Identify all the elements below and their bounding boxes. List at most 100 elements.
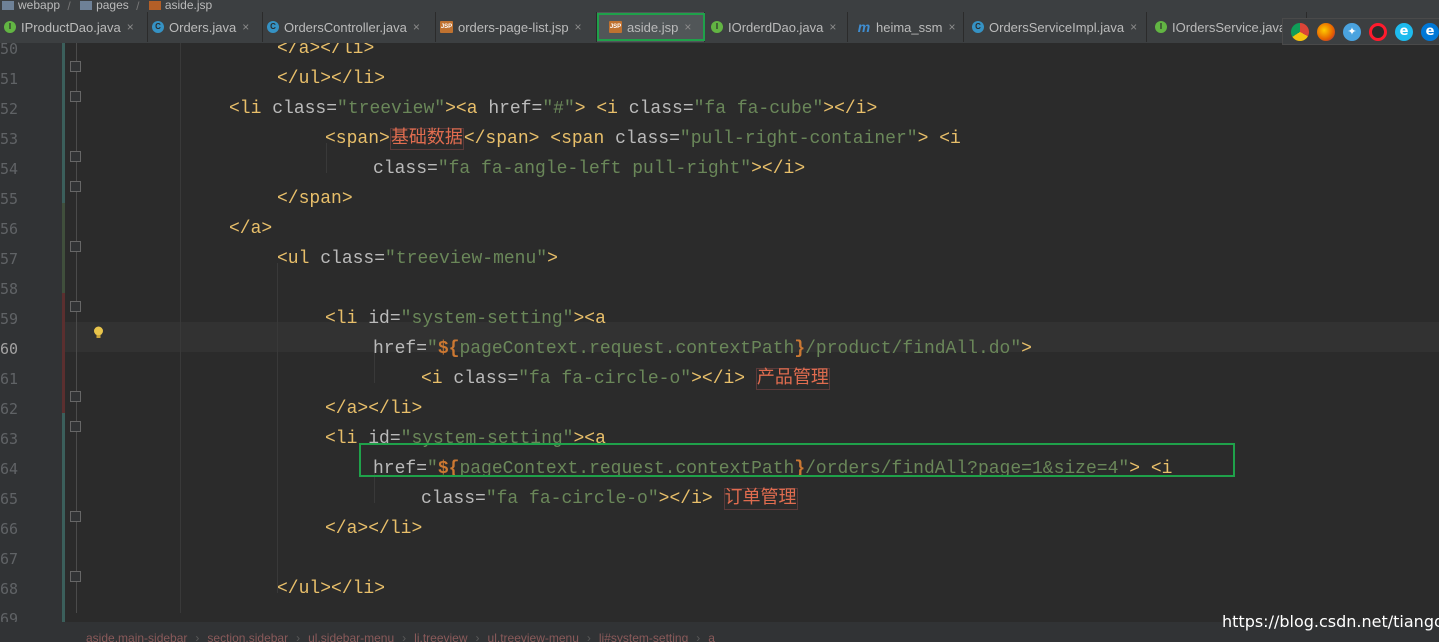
tab-label: IOrderdDao.java xyxy=(728,19,824,35)
interface-icon: I xyxy=(4,21,16,33)
close-icon[interactable]: × xyxy=(1130,20,1137,34)
breadcrumb-item-aside[interactable]: aside.jsp xyxy=(147,0,212,11)
line-number: 59 xyxy=(0,310,19,328)
structure-breadcrumb: aside.main-sidebar › section.sidebar › ul.si… xyxy=(86,631,723,642)
line-number: 52 xyxy=(0,100,19,118)
structure-crumb[interactable]: aside.main-sidebar xyxy=(86,631,187,642)
fold-marker[interactable] xyxy=(70,91,81,102)
code-line[interactable]: href="${pageContext.request.contextPath}… xyxy=(373,334,1032,364)
folder-icon xyxy=(2,0,14,10)
line-number: 56 xyxy=(0,220,19,238)
tab-iorderddao[interactable]: I IOrderdDao.java × xyxy=(705,12,848,42)
structure-crumb[interactable]: ul.treeview-menu xyxy=(488,631,579,642)
tab-heima-ssm[interactable]: m heima_ssm × xyxy=(848,12,964,42)
code-line[interactable]: </a></li> xyxy=(325,394,422,424)
ie-icon[interactable]: e xyxy=(1395,22,1413,41)
breadcrumb-separator: › xyxy=(296,631,301,642)
folder-icon xyxy=(80,0,93,10)
fold-marker[interactable] xyxy=(70,391,81,402)
code-line[interactable]: class="fa fa-circle-o"></i> 订单管理 xyxy=(421,484,798,514)
code-editor[interactable]: 50 51 52 53 54 55 56 57 58 59 60 61 62 63 64 65 66 67 68 69… xyxy=(0,43,1439,622)
fold-marker[interactable] xyxy=(70,571,81,582)
line-number: 50 xyxy=(0,43,19,58)
vcs-change-marker xyxy=(62,413,65,622)
fold-marker[interactable] xyxy=(70,301,81,312)
opera-icon[interactable] xyxy=(1369,22,1387,41)
breadcrumb-separator: › xyxy=(475,631,480,642)
breadcrumb-separator: / xyxy=(67,0,71,12)
breadcrumb-item-webapp[interactable]: webapp xyxy=(0,0,61,12)
tab-orders[interactable]: C Orders.java × xyxy=(148,12,263,42)
breadcrumb-separator: › xyxy=(195,631,200,642)
jsp-file-icon xyxy=(148,0,161,10)
tab-orderscontroller[interactable]: C OrdersController.java × xyxy=(263,12,436,42)
fold-marker[interactable] xyxy=(70,421,81,432)
interface-icon: I xyxy=(1155,21,1167,33)
tab-ordersserviceimpl[interactable]: C OrdersServiceImpl.java × xyxy=(964,12,1147,42)
fold-marker[interactable] xyxy=(70,181,81,192)
chrome-icon[interactable] xyxy=(1291,22,1309,41)
line-number: 60 xyxy=(0,340,19,358)
line-number: 63 xyxy=(0,430,19,448)
code-line[interactable]: </ul></li> xyxy=(277,64,385,94)
close-icon[interactable]: × xyxy=(575,20,582,34)
fold-guide xyxy=(76,43,77,613)
fold-marker[interactable] xyxy=(70,511,81,522)
code-line[interactable]: class="fa fa-angle-left pull-right"></i> xyxy=(373,154,805,184)
code-line[interactable]: </a> xyxy=(229,214,272,244)
jsp-icon: JSP xyxy=(440,21,453,33)
line-number: 51 xyxy=(0,70,19,88)
line-number: 61 xyxy=(0,370,19,388)
interface-icon: I xyxy=(711,21,723,33)
structure-crumb[interactable]: ul.sidebar-menu xyxy=(308,631,394,642)
class-icon: C xyxy=(267,21,279,33)
code-line[interactable]: </a></li> xyxy=(325,514,422,544)
tab-label: Orders.java xyxy=(169,19,237,35)
code-line[interactable]: <span>基础数据</span> <span class="pull-righ… xyxy=(325,124,961,154)
structure-crumb[interactable]: a xyxy=(708,631,715,642)
edge-icon[interactable]: e xyxy=(1421,22,1439,41)
line-number: 67 xyxy=(0,550,19,568)
structure-crumb[interactable]: li#system-setting xyxy=(599,631,688,642)
class-icon: C xyxy=(152,21,164,33)
close-icon[interactable]: × xyxy=(684,20,691,34)
breadcrumb-item-pages[interactable]: pages xyxy=(78,0,129,12)
close-icon[interactable]: × xyxy=(413,20,420,34)
code-line[interactable]: </span> xyxy=(277,184,353,214)
tab-aside[interactable]: JSP aside.jsp × xyxy=(597,12,705,42)
code-line[interactable]: <li id="system-setting"><a xyxy=(325,304,606,334)
indent-guide xyxy=(277,263,278,593)
vcs-change-marker xyxy=(62,293,65,413)
code-line[interactable]: <li class="treeview"><a href="#"> <i cla… xyxy=(229,94,877,124)
lightbulb-icon[interactable] xyxy=(93,326,104,339)
fold-marker[interactable] xyxy=(70,241,81,252)
close-icon[interactable]: × xyxy=(242,20,249,34)
code-line[interactable]: <i class="fa fa-circle-o"></i> 产品管理 xyxy=(421,364,830,394)
vcs-change-marker xyxy=(62,43,65,203)
breadcrumb-label: pages xyxy=(96,0,129,12)
tab-label: OrdersServiceImpl.java xyxy=(989,19,1125,35)
tab-label: aside.jsp xyxy=(627,19,679,35)
module-icon: m xyxy=(857,19,871,35)
tab-label: heima_ssm xyxy=(876,19,943,35)
breadcrumb-separator: / xyxy=(136,0,140,12)
structure-crumb[interactable]: section.sidebar xyxy=(207,631,288,642)
tab-orders-page-list[interactable]: JSP orders-page-list.jsp × xyxy=(436,12,597,42)
code-line[interactable]: </ul></li> xyxy=(277,574,385,604)
fold-marker[interactable] xyxy=(70,61,81,72)
close-icon[interactable]: × xyxy=(829,20,836,34)
safari-icon[interactable]: ✦ xyxy=(1343,22,1361,41)
code-line[interactable]: <ul class="treeview-menu"> xyxy=(277,244,558,274)
close-icon[interactable]: × xyxy=(127,20,134,34)
line-number: 55 xyxy=(0,190,19,208)
vcs-change-marker xyxy=(62,203,65,293)
tab-iproductdao[interactable]: I IProductDao.java × xyxy=(0,12,148,42)
breadcrumb-label: webapp xyxy=(18,0,61,12)
structure-crumb[interactable]: li.treeview xyxy=(414,631,467,642)
line-number: 62 xyxy=(0,400,19,418)
fold-marker[interactable] xyxy=(70,151,81,162)
close-icon[interactable]: × xyxy=(948,20,955,34)
firefox-icon[interactable] xyxy=(1317,22,1335,41)
breadcrumb-separator: › xyxy=(586,631,591,642)
code-line[interactable]: </a></li> xyxy=(277,43,374,64)
